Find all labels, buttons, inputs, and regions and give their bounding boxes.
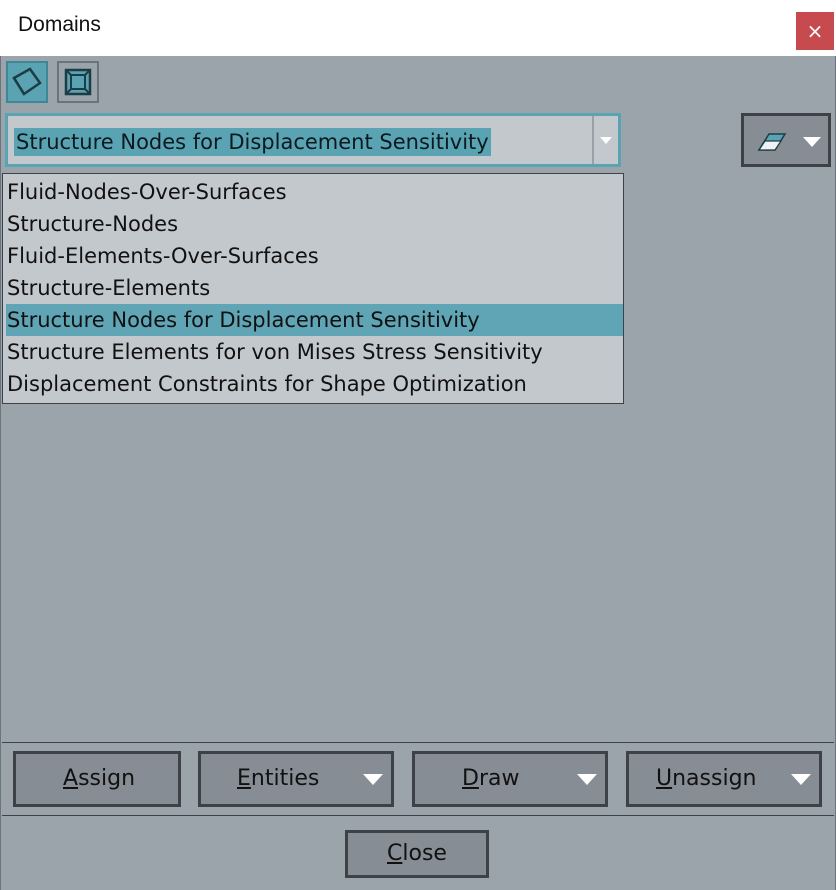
- title-bar: Domains ×: [0, 0, 836, 56]
- eraser-display-icon: [757, 133, 787, 151]
- entities-label: Entities: [237, 766, 320, 791]
- close-label: Close: [387, 841, 447, 866]
- list-item[interactable]: Fluid-Elements-Over-Surfaces: [6, 240, 623, 272]
- chevron-down-icon: [791, 774, 811, 785]
- assign-button[interactable]: Assign: [13, 751, 181, 807]
- surface-domain-icon: [12, 67, 42, 96]
- volume-domain-button[interactable]: [57, 61, 99, 103]
- chevron-down-icon: [363, 774, 383, 785]
- close-button[interactable]: Close: [345, 830, 489, 878]
- draw-label: Draw: [462, 766, 520, 791]
- action-bar: Assign Entities Draw Unassign: [2, 742, 834, 816]
- list-item[interactable]: Structure Elements for von Mises Stress …: [6, 336, 623, 368]
- list-item[interactable]: Fluid-Nodes-Over-Surfaces: [6, 176, 623, 208]
- draw-menu-button[interactable]: Draw: [412, 751, 608, 807]
- unassign-label: Unassign: [656, 766, 757, 791]
- list-item[interactable]: Structure-Elements: [6, 272, 623, 304]
- chevron-down-icon: [577, 774, 597, 785]
- domain-select[interactable]: Structure Nodes for Displacement Sensiti…: [5, 113, 621, 167]
- list-item[interactable]: Structure-Nodes: [6, 208, 623, 240]
- window-close-button[interactable]: ×: [796, 12, 834, 50]
- visibility-menu-button[interactable]: [741, 113, 831, 167]
- domain-select-value: Structure Nodes for Displacement Sensiti…: [14, 128, 491, 156]
- unassign-menu-button[interactable]: Unassign: [626, 751, 822, 807]
- window-title: Domains: [18, 13, 101, 36]
- chevron-down-icon[interactable]: [592, 116, 618, 164]
- list-item-selected[interactable]: Structure Nodes for Displacement Sensiti…: [6, 304, 623, 336]
- assign-label: Assign: [63, 766, 136, 791]
- surface-domain-button[interactable]: [6, 61, 48, 103]
- chevron-down-icon: [803, 137, 821, 147]
- list-item[interactable]: Displacement Constraints for Shape Optim…: [6, 368, 623, 400]
- domain-list: Fluid-Nodes-Over-Surfaces Structure-Node…: [2, 173, 624, 404]
- entities-menu-button[interactable]: Entities: [198, 751, 394, 807]
- volume-domain-icon: [64, 68, 92, 96]
